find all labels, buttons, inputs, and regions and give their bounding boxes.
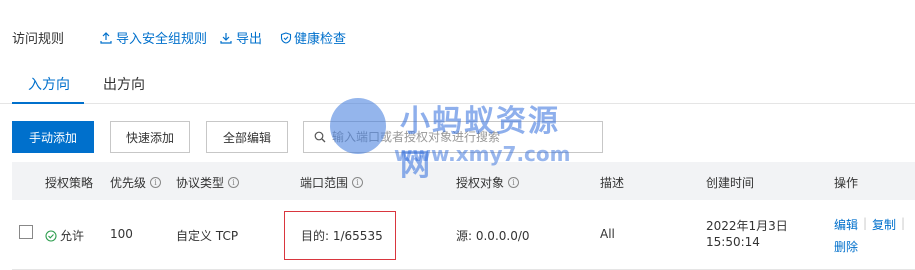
check-circle-icon [45,229,57,242]
column-header-port-range: 端口范围 i [300,174,364,191]
tab-inbound[interactable]: 入方向 [28,74,70,94]
upload-icon [100,31,112,44]
column-label: 授权策略 [45,176,94,190]
copy-link[interactable]: 复制 [872,216,896,233]
column-label: 端口范围 [300,176,349,190]
created-time-value: 15:50:14 [706,235,760,249]
description-value: All [600,227,615,241]
policy-value: 允许 [60,229,85,243]
created-date-value: 2022年1月3日 [706,219,788,233]
column-header-auth-object: 授权对象 i [456,174,520,191]
action-separator: | [863,216,868,230]
action-separator: | [901,216,906,230]
column-header-policy: 授权策略 [45,174,93,191]
check-shield-icon [280,31,292,44]
export-link-label: 导出 [236,32,263,47]
rules-toolbar: 手动添加 快速添加 全部编辑 [0,120,915,156]
info-icon[interactable]: i [352,177,364,188]
column-header-priority: 优先级 i [110,174,162,191]
quick-add-button[interactable]: 快速添加 [110,121,190,153]
search-input[interactable] [332,130,592,144]
health-check-label: 健康检查 [294,32,347,47]
table-row: 允许 100 自定义 TCP 目的: 1/65535 源: 0.0.0.0/0 … [12,200,915,270]
edit-link[interactable]: 编辑 [834,216,858,233]
export-link[interactable]: 导出 [220,28,262,47]
auth-object-value: 源: 0.0.0.0/0 [456,229,530,243]
column-header-actions: 操作 [834,174,858,191]
protocol-value: 自定义 TCP [176,229,239,243]
manual-add-button[interactable]: 手动添加 [12,121,94,153]
page-title: 访问规则 [12,32,65,47]
column-label: 描述 [600,176,625,190]
tab-outbound[interactable]: 出方向 [103,74,145,94]
column-label: 操作 [834,176,859,190]
column-label: 创建时间 [706,176,755,190]
download-icon [220,32,232,44]
column-header-protocol: 协议类型 i [176,174,240,191]
column-label: 优先级 [110,176,147,190]
column-label: 协议类型 [176,176,225,190]
rules-header: 访问规则 导入安全组规则 导出 健康检查 [0,0,915,72]
edit-all-button[interactable]: 全部编辑 [206,121,288,153]
info-icon[interactable]: i [150,177,162,188]
info-icon[interactable]: i [228,177,240,188]
direction-tabs: 入方向 出方向 [0,64,915,104]
import-security-group-rules-link[interactable]: 导入安全组规则 [100,28,207,47]
port-range-value: 目的: 1/65535 [301,229,383,243]
info-icon[interactable]: i [508,177,520,188]
delete-link[interactable]: 删除 [834,238,858,255]
active-tab-indicator [12,102,84,104]
row-checkbox[interactable] [19,225,33,239]
column-label: 授权对象 [456,176,505,190]
search-icon [314,131,326,143]
priority-value: 100 [110,227,133,241]
table-header: 授权策略 优先级 i 协议类型 i 端口范围 i 授权对象 i 描述 创建时间 操作 [12,162,915,200]
health-check-link[interactable]: 健康检查 [280,28,346,47]
column-header-description: 描述 [600,174,624,191]
search-box [303,121,603,153]
policy-cell: 允许 [45,227,84,244]
import-link-label: 导入安全组规则 [116,32,208,47]
column-header-created-time: 创建时间 [706,174,754,191]
